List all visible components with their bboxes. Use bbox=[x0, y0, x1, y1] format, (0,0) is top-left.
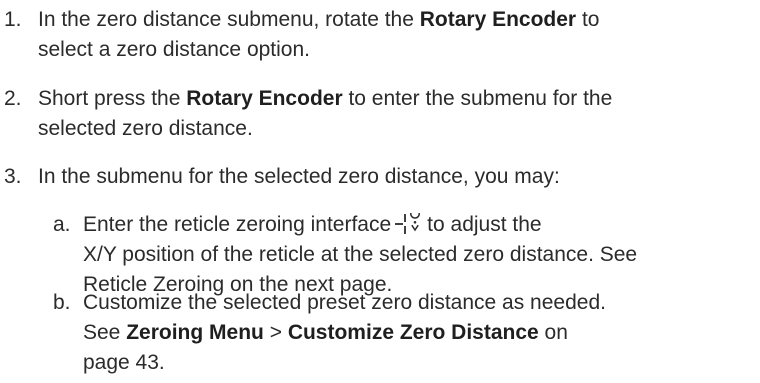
bold-term: Rotary Encoder bbox=[419, 8, 577, 31]
substep-line: Enter the reticle zeroing interface to a… bbox=[83, 208, 753, 240]
substep-line: See Zeroing Menu > Customize Zero Distan… bbox=[83, 318, 753, 348]
step-text: In the zero distance submenu, rotate the… bbox=[38, 5, 748, 65]
step-number: 3. bbox=[4, 165, 22, 188]
text-segment: to adjust the bbox=[427, 213, 542, 236]
substep-text: Customize the selected preset zero dista… bbox=[83, 288, 753, 378]
text-segment: See bbox=[83, 321, 127, 344]
step-line: select a zero distance option. bbox=[38, 38, 310, 61]
step-text: In the submenu for the selected zero dis… bbox=[38, 162, 748, 192]
instruction-page: 1. In the zero distance submenu, rotate … bbox=[0, 0, 760, 383]
text-segment: Enter the reticle zeroing interface bbox=[83, 213, 392, 236]
text-segment: on bbox=[538, 321, 568, 344]
step-number: 1. bbox=[4, 8, 22, 31]
substep-line: X/Y position of the reticle at the selec… bbox=[83, 243, 638, 266]
step-text: Short press the Rotary Encoder to enter … bbox=[38, 84, 748, 144]
text-segment: to bbox=[576, 8, 600, 31]
step-line: Short press the Rotary Encoder to enter … bbox=[38, 84, 748, 114]
substep-line: Customize the selected preset zero dista… bbox=[83, 291, 606, 314]
step-line: In the zero distance submenu, rotate the… bbox=[38, 5, 748, 35]
substep-text: Enter the reticle zeroing interface to a… bbox=[83, 208, 753, 300]
substep-line: page 43. bbox=[83, 351, 165, 374]
text-segment: > bbox=[263, 321, 288, 344]
text-segment: to enter the submenu for the bbox=[342, 87, 613, 110]
bold-term: Rotary Encoder bbox=[186, 87, 343, 110]
text-segment: In the zero distance submenu, rotate the bbox=[38, 8, 420, 31]
bold-term: Zeroing Menu bbox=[126, 321, 264, 344]
text-segment: Short press the bbox=[38, 87, 187, 110]
step-number: 2. bbox=[4, 87, 22, 110]
bold-term: Customize Zero Distance bbox=[287, 321, 539, 344]
step-line: In the submenu for the selected zero dis… bbox=[38, 165, 560, 188]
substep-letter: b. bbox=[53, 291, 71, 314]
substep-letter: a. bbox=[53, 213, 71, 236]
step-line: selected zero distance. bbox=[38, 117, 253, 140]
